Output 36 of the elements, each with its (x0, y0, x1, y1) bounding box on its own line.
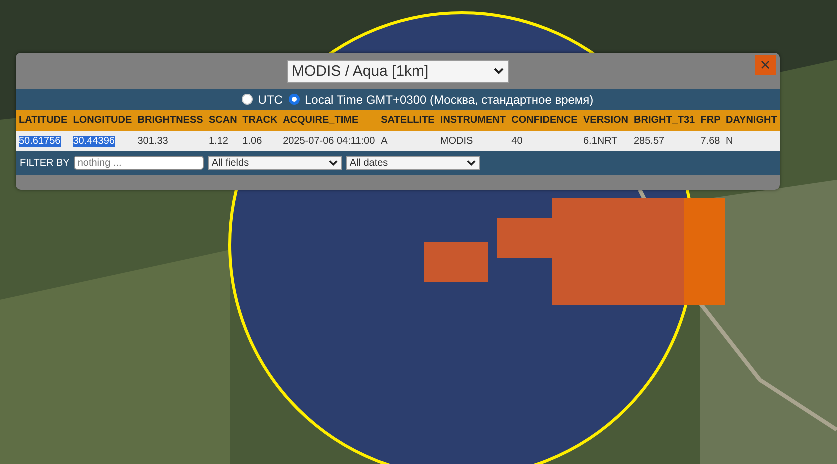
table-cell: 6.1NRT (584, 136, 618, 146)
table-cell: 301.33 (138, 136, 168, 146)
column-header: SCAN (206, 110, 240, 131)
chevron-icon (494, 68, 504, 74)
column-header: SATELLITE (378, 110, 438, 131)
table-cell: 2025-07-06 04:11:00 (283, 136, 376, 146)
chevron-icon (466, 160, 476, 166)
column-header: ACQUIRE_TIME (280, 110, 378, 131)
column-header: BRIGHTNESS (134, 110, 206, 131)
filter-input[interactable]: nothing ... (74, 156, 204, 170)
source-select[interactable]: MODIS / Aqua [1km] (287, 60, 509, 82)
time-mode-radio[interactable]: UTC (242, 92, 283, 106)
column-header: LATITUDE (16, 110, 70, 131)
filter-label: FILTER BY (20, 158, 70, 168)
table-cell: 285.57 (634, 136, 665, 146)
field-select[interactable]: All fields (208, 156, 342, 170)
column-header: TRACK (240, 110, 280, 131)
column-header: VERSION (580, 110, 631, 131)
date-select[interactable]: All dates (346, 156, 480, 170)
table-cell: 1.06 (242, 136, 262, 146)
column-header: CONFIDENCE (508, 110, 580, 131)
table-cell: MODIS (440, 136, 474, 146)
column-header: BRIGHT_T31 (631, 110, 698, 131)
chevron-icon (328, 160, 338, 166)
column-header: DAYNIGHT (723, 110, 780, 131)
table-cell: 50.61756 (19, 136, 61, 146)
table-cell: 40 (512, 136, 523, 146)
time-mode-radio[interactable]: Local Time GMT+0300 (Москва, стандартное время) (288, 92, 594, 106)
table-cell: 1.12 (209, 136, 228, 146)
table-cell: A (381, 136, 388, 146)
table-cell: 30.44396 (73, 136, 115, 146)
column-header: INSTRUMENT (437, 110, 509, 131)
table-cell: N (726, 136, 734, 146)
column-header: FRP (698, 110, 724, 131)
table-cell: 7.68 (700, 136, 720, 146)
column-header: LONGITUDE (70, 110, 135, 131)
